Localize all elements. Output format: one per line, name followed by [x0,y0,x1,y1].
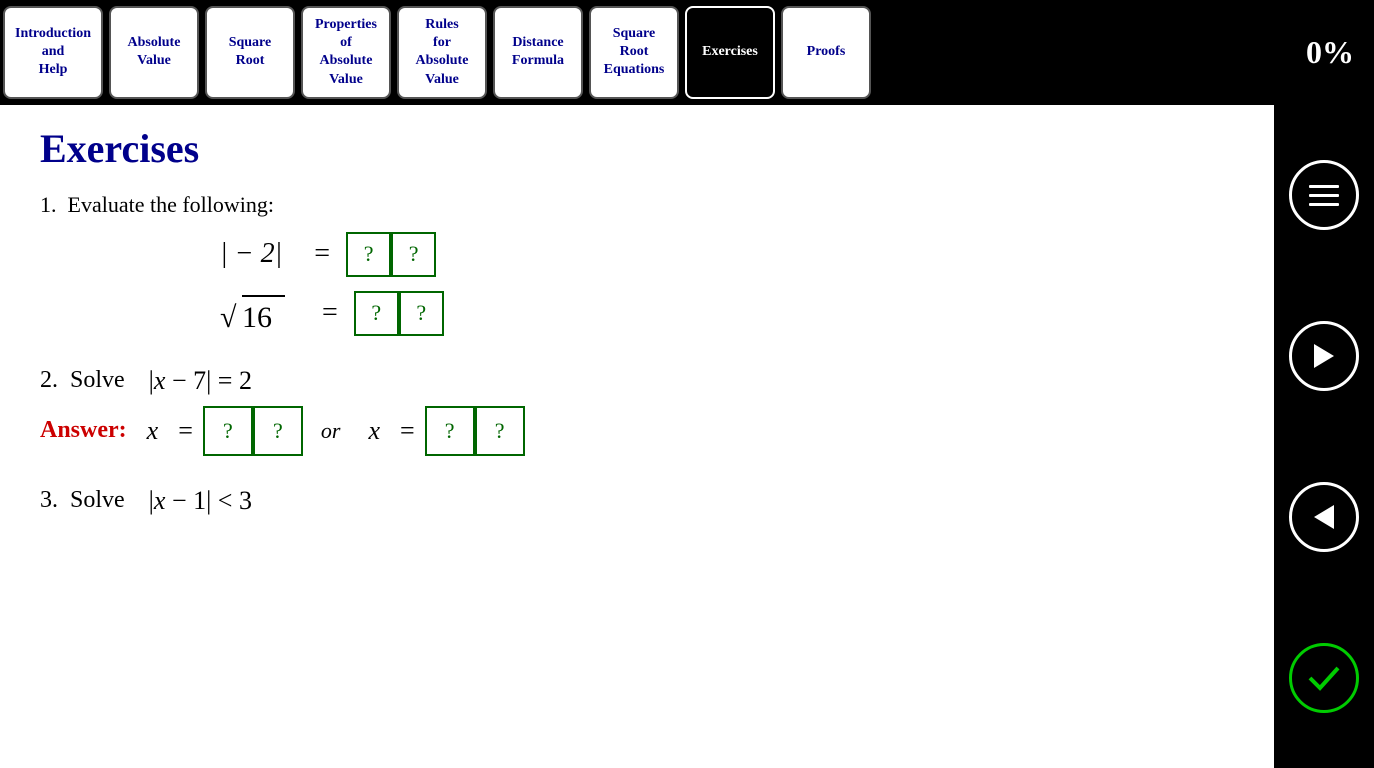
main-content: Exercises 1. Evaluate the following: | −… [0,105,1274,768]
problem-2-number: 2. Solve [40,367,149,394]
tab-absolute-value[interactable]: AbsoluteValue [109,6,199,99]
problem-2-equation: |x − 7| = 2 [149,366,252,396]
answer-label: Answer: [40,417,127,444]
problem-2-box1-2[interactable]: ? [253,406,303,456]
problem-2: 2. Solve |x − 7| = 2 Answer: x = ? ? or … [40,366,1234,456]
back-icon [1304,497,1344,537]
problem-2-statement: 2. Solve |x − 7| = 2 [40,366,1234,396]
problem-1-eq2-box2[interactable]: ? [399,291,444,336]
problem-2-box2-1[interactable]: ? [425,406,475,456]
problem-1-eq1-box1[interactable]: ? [346,232,391,277]
or-text: or [321,418,341,444]
tab-exercises[interactable]: Exercises [685,6,775,99]
forward-icon [1304,336,1344,376]
problem-2-boxes2: ? ? [425,406,525,456]
tab-properties-absolute-value[interactable]: PropertiesofAbsoluteValue [301,6,391,99]
problem-1-eq1-boxes: ? ? [346,232,436,277]
problem-1-eq2-left: √ 16 [220,291,290,336]
menu-icon [1304,175,1344,215]
page-title: Exercises [40,125,1234,172]
problem-2-box1-1[interactable]: ? [203,406,253,456]
problem-3: 3. Solve |x − 1| < 3 [40,486,1234,516]
menu-button[interactable] [1289,160,1359,230]
problem-1-eq1-box2[interactable]: ? [391,232,436,277]
check-button[interactable] [1289,643,1359,713]
problem-1-text: 1. Evaluate the following: [40,192,1234,218]
tab-square-root[interactable]: SquareRoot [205,6,295,99]
tab-square-root-equations[interactable]: SquareRootEquations [589,6,679,99]
problem-3-number: 3. Solve [40,487,149,514]
forward-button[interactable] [1289,321,1359,391]
tab-distance-formula[interactable]: DistanceFormula [493,6,583,99]
percent-display: 0% [1306,0,1374,105]
problem-1-eq2: √ 16 = ? ? [220,291,1234,336]
svg-text:√: √ [220,301,237,334]
problem-2-answer: Answer: x = ? ? or x = ? [40,406,1234,456]
problem-1-eq2-box1[interactable]: ? [354,291,399,336]
back-button[interactable] [1289,482,1359,552]
problem-2-eq1: = [178,416,193,446]
problem-1-eq2-equals: = [322,297,338,329]
problem-1: 1. Evaluate the following: | − 2| = ? ? [40,192,1234,336]
problem-2-eq2: = [400,416,415,446]
nav-bar: IntroductionandHelp AbsoluteValue Square… [0,0,1374,105]
problem-1-eq2-boxes: ? ? [354,291,444,336]
svg-text:16: 16 [242,301,272,334]
problem-2-x2: x [368,416,380,446]
tab-proofs[interactable]: Proofs [781,6,871,99]
check-icon [1304,658,1344,698]
problem-3-statement: 3. Solve |x − 1| < 3 [40,486,1234,516]
right-sidebar [1274,105,1374,768]
problem-1-eq1-equals: = [314,238,330,270]
problem-2-box2-2[interactable]: ? [475,406,525,456]
problem-2-boxes1: ? ? [203,406,303,456]
problem-3-equation: |x − 1| < 3 [149,486,252,516]
problem-1-eq1-left: | − 2| [220,238,282,270]
tab-introduction[interactable]: IntroductionandHelp [3,6,103,99]
tab-rules-absolute-value[interactable]: RulesforAbsoluteValue [397,6,487,99]
problem-1-number: 1. Evaluate the following: [40,192,274,217]
problem-2-x1: x [147,416,159,446]
content-area: Exercises 1. Evaluate the following: | −… [0,105,1374,768]
problem-1-eq1: | − 2| = ? ? [220,232,1234,277]
